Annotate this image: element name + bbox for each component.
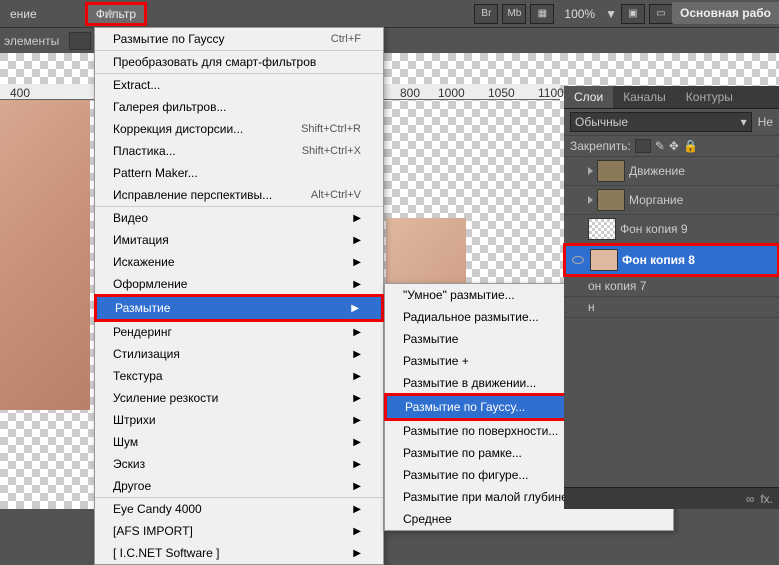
zoom-level[interactable]: 100%	[558, 7, 601, 21]
canvas-image-left	[0, 100, 90, 410]
visibility-toggle[interactable]	[568, 300, 584, 314]
layers-panel-footer: ∞ fx.	[564, 487, 779, 509]
ruler-tick: 800	[400, 86, 420, 100]
tab-channels[interactable]: Каналы	[613, 86, 676, 108]
menu-arrow-icon	[105, 4, 115, 18]
menu-item-texture[interactable]: Текстура▶	[95, 365, 383, 387]
visibility-toggle[interactable]	[568, 222, 584, 236]
menu-item-render[interactable]: Рендеринг▶	[95, 321, 383, 343]
menu-item-last-filter[interactable]: Размытие по ГауссуCtrl+F	[95, 28, 383, 51]
zoom-dropdown-icon[interactable]: ▼	[605, 7, 617, 21]
eye-icon	[572, 256, 584, 264]
layer-row-selected[interactable]: Фон копия 8	[563, 243, 779, 277]
layers-panel: Слои Каналы Контуры Обычные ▾ Не Закрепи…	[564, 86, 779, 509]
view-icon[interactable]: ▦	[530, 4, 554, 24]
submenu-average[interactable]: Среднее	[385, 508, 673, 530]
menu-item-stylize[interactable]: Стилизация▶	[95, 343, 383, 365]
workspace-button[interactable]: Основная рабо	[672, 2, 779, 24]
ruler-tick: 1000	[438, 86, 465, 100]
visibility-toggle[interactable]	[568, 279, 584, 293]
layer-name: Движение	[629, 164, 685, 178]
layer-name: Фон копия 8	[622, 253, 695, 267]
lock-transparency-icon[interactable]	[635, 139, 651, 153]
arrange-icon[interactable]: ▣	[621, 4, 645, 24]
menu-item-plugin-icnet[interactable]: [ I.C.NET Software ]▶	[95, 542, 383, 564]
tab-layers[interactable]: Слои	[564, 86, 613, 108]
fx-icon[interactable]: fx.	[760, 492, 773, 506]
opacity-label: Не	[758, 115, 773, 129]
visibility-toggle[interactable]	[570, 253, 586, 267]
ruler-tick: 1100	[538, 86, 564, 100]
menu-item-blur[interactable]: Размытие▶	[94, 294, 384, 322]
minibridge-icon[interactable]: Mb	[502, 4, 526, 24]
link-layers-icon[interactable]: ∞	[746, 492, 755, 506]
lock-brush-icon[interactable]: ✎	[655, 139, 665, 153]
ruler-tick: 1050	[488, 86, 515, 100]
layer-row[interactable]: Моргание	[564, 186, 779, 215]
lock-row: Закрепить: ✎ ✥ 🔒	[564, 136, 779, 157]
toolbar-icons: Br Mb ▦ 100% ▼ ▣ ▭	[468, 0, 679, 27]
ruler-tick: 400	[10, 86, 30, 100]
menu-item-video[interactable]: Видео▶	[95, 207, 383, 229]
menu-item-plugin-afs[interactable]: [AFS IMPORT]▶	[95, 520, 383, 542]
menu-item-pattern[interactable]: Pattern Maker...	[95, 162, 383, 184]
menu-item-liquify[interactable]: Пластика...Shift+Ctrl+X	[95, 140, 383, 162]
screen-icon[interactable]: ▭	[649, 4, 673, 24]
layer-row[interactable]: он копия 7	[564, 276, 779, 297]
menu-item-smart[interactable]: Преобразовать для смарт-фильтров	[95, 51, 383, 74]
folder-icon	[597, 160, 625, 182]
menu-item-sketch[interactable]: Эскиз▶	[95, 453, 383, 475]
menu-item-artistic[interactable]: Имитация▶	[95, 229, 383, 251]
expand-icon[interactable]	[588, 167, 593, 175]
layer-name: н	[588, 300, 595, 314]
lock-label: Закрепить:	[570, 139, 631, 153]
menu-item-brush[interactable]: Штрихи▶	[95, 409, 383, 431]
layer-name: Моргание	[629, 193, 683, 207]
options-label: элементы	[4, 34, 59, 48]
filter-menu-button[interactable]: Фильтр	[85, 2, 147, 26]
menu-item-extract[interactable]: Extract...	[95, 74, 383, 96]
lock-all-icon[interactable]: 🔒	[683, 139, 698, 153]
layer-thumbnail	[590, 249, 618, 271]
expand-icon[interactable]	[588, 196, 593, 204]
menu-item-pixelate[interactable]: Оформление▶	[95, 273, 383, 295]
canvas-image-center	[386, 218, 466, 288]
menu-item-sharpen[interactable]: Усиление резкости▶	[95, 387, 383, 409]
menu-item-other[interactable]: Другое▶	[95, 475, 383, 498]
menu-item-noise[interactable]: Шум▶	[95, 431, 383, 453]
menu-fragment[interactable]: ение	[0, 3, 47, 25]
align-icon-1[interactable]	[69, 32, 91, 50]
layer-thumbnail	[588, 218, 616, 240]
blend-mode-select[interactable]: Обычные ▾	[570, 112, 752, 132]
layer-row[interactable]: Фон копия 9	[564, 215, 779, 244]
filter-dropdown-menu: Размытие по ГауссуCtrl+F Преобразовать д…	[94, 27, 384, 565]
visibility-toggle[interactable]	[568, 164, 584, 178]
bridge-icon[interactable]: Br	[474, 4, 498, 24]
panel-tabs: Слои Каналы Контуры	[564, 86, 779, 109]
lock-move-icon[interactable]: ✥	[669, 139, 679, 153]
layer-row[interactable]: н	[564, 297, 779, 318]
menu-item-distort[interactable]: Искажение▶	[95, 251, 383, 273]
menu-item-gallery[interactable]: Галерея фильтров...	[95, 96, 383, 118]
visibility-toggle[interactable]	[568, 193, 584, 207]
layer-name: Фон копия 9	[620, 222, 688, 236]
menu-item-plugin-eyecandy[interactable]: Eye Candy 4000▶	[95, 498, 383, 520]
menu-item-lens[interactable]: Коррекция дисторсии...Shift+Ctrl+R	[95, 118, 383, 140]
layer-name: он копия 7	[588, 279, 646, 293]
folder-icon	[597, 189, 625, 211]
tab-paths[interactable]: Контуры	[676, 86, 743, 108]
menu-item-vanish[interactable]: Исправление перспективы...Alt+Ctrl+V	[95, 184, 383, 207]
layer-row[interactable]: Движение	[564, 157, 779, 186]
blend-mode-row: Обычные ▾ Не	[564, 109, 779, 136]
